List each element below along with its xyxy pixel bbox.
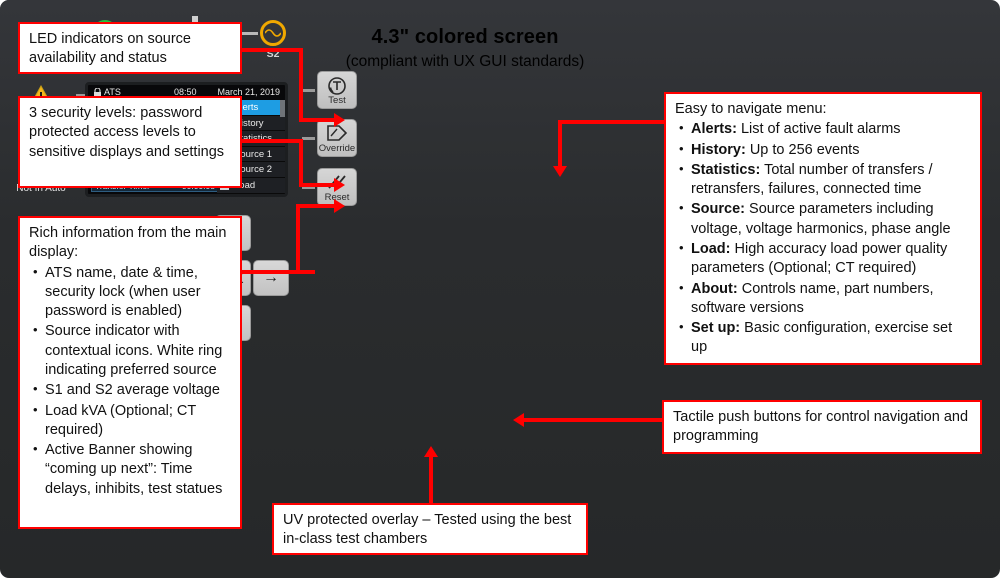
list-item: Alerts: List of active fault alarms <box>679 119 971 139</box>
callout-rich-header: Rich information from the main display: <box>29 225 227 261</box>
term: History: <box>691 141 746 158</box>
menu-item-about[interactable]: About <box>217 193 285 197</box>
list-item: About: Controls name, part numbers, soft… <box>679 279 971 319</box>
page-title: 4.3" colored screen (compliant with UX G… <box>300 26 630 71</box>
lock-icon <box>94 87 101 96</box>
connector-rich-arrow <box>334 199 345 213</box>
callout-security-text: 3 security levels: password protected ac… <box>29 105 225 160</box>
connector-led-arrow <box>334 113 345 127</box>
sine-wave-icon <box>265 29 281 37</box>
connector-led-h2 <box>299 118 334 122</box>
list-item: Statistics: Total number of transfers / … <box>679 160 971 200</box>
connector-sec-v <box>299 139 303 187</box>
override-button-label: Override <box>318 143 356 154</box>
test-button[interactable]: Test <box>317 71 357 109</box>
callout-tactile-buttons: Tactile push buttons for control navigat… <box>662 400 982 454</box>
connector-tactile-arrow <box>513 413 524 427</box>
title-main: 4.3" colored screen <box>371 26 559 48</box>
callout-overlay-text: UV protected overlay – Tested using the … <box>283 512 572 548</box>
connector-overlay-arrow <box>424 446 438 457</box>
callout-rich-list: ATS name, date & time, security lock (wh… <box>29 263 231 499</box>
menu-scrollbar[interactable] <box>280 100 285 117</box>
menu-item-label: About <box>234 196 259 197</box>
source2-indicator <box>260 20 286 46</box>
connector-sec-h2 <box>299 183 334 187</box>
list-item: Source: Source parameters including volt… <box>679 199 971 239</box>
term: About: <box>691 280 738 297</box>
connector-menu-h1 <box>558 120 664 124</box>
list-item: Load: High accuracy load power quality p… <box>679 239 971 279</box>
connector-rich-h <box>240 270 315 274</box>
title-sub: (compliant with UX GUI standards) <box>345 53 585 70</box>
list-item: History: Up to 256 events <box>679 140 971 160</box>
term: Set up: <box>691 320 741 337</box>
callout-uv-overlay: UV protected overlay – Tested using the … <box>272 503 588 555</box>
connector-rich-h2 <box>296 204 334 208</box>
list-item: ATS name, date & time, security lock (wh… <box>33 263 231 322</box>
callout-navigate-menu: Easy to navigate menu: Alerts: List of a… <box>664 92 982 365</box>
connector-menu-v <box>558 120 562 170</box>
term: Alerts: <box>691 121 737 138</box>
callout-menu-header: Easy to navigate menu: <box>675 101 827 117</box>
test-dash <box>302 89 315 92</box>
term: Source: <box>691 201 745 218</box>
list-item: Load kVA (Optional; CT required) <box>33 401 231 441</box>
connector-menu-arrow <box>553 166 567 177</box>
callout-rich-information: Rich information from the main display: … <box>18 216 242 529</box>
right-button[interactable]: → <box>253 260 289 296</box>
test-button-label: Test <box>328 95 346 106</box>
callout-menu-list: Alerts: List of active fault alarms Hist… <box>675 119 971 358</box>
connector-led-h1 <box>240 48 303 52</box>
list-item: S1 and S2 average voltage <box>33 380 231 400</box>
connector-overlay-v <box>429 455 433 505</box>
list-item: Source indicator with contextual icons. … <box>33 321 231 380</box>
about-icon <box>219 195 232 197</box>
connector-tactile-h <box>524 418 662 422</box>
connector-sec-arrow <box>334 178 345 192</box>
term: Load: <box>691 240 731 257</box>
override-dash <box>302 137 315 140</box>
callout-led-text: LED indicators on source availability an… <box>29 31 191 67</box>
list-item: Set up: Basic configuration, exercise se… <box>679 318 971 358</box>
callout-security-levels: 3 security levels: password protected ac… <box>18 96 242 188</box>
list-item: Active Banner showing “coming up next”: … <box>33 440 231 499</box>
term: Statistics: <box>691 161 761 178</box>
callout-tactile-text: Tactile push buttons for control navigat… <box>673 409 969 445</box>
desc: List of active fault alarms <box>736 121 901 138</box>
callout-led-indicators: LED indicators on source availability an… <box>18 22 242 74</box>
connector-rich-v <box>296 204 300 274</box>
desc: Up to 256 events <box>745 141 860 158</box>
test-icon <box>328 77 346 95</box>
connector-sec-h1 <box>240 139 303 143</box>
desc: High accuracy load power quality paramet… <box>691 240 948 277</box>
